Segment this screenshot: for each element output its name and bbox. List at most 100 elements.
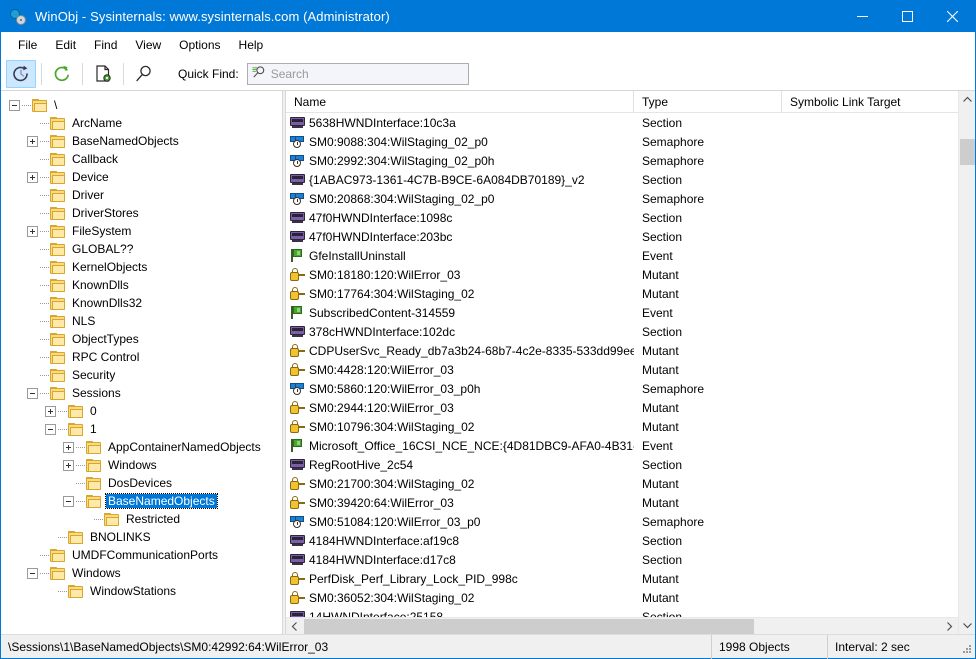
tree-node[interactable]: BaseNamedObjects: [1, 492, 282, 510]
tree-node[interactable]: KernelObjects: [1, 258, 282, 276]
column-header-name[interactable]: Name: [286, 91, 634, 113]
tree-node[interactable]: AppContainerNamedObjects: [1, 438, 282, 456]
table-row[interactable]: SM0:17764:304:WilStaging_02Mutant: [286, 284, 958, 303]
tree-connector: [40, 573, 49, 574]
menu-options[interactable]: Options: [170, 35, 229, 55]
tree-node[interactable]: ArcName: [1, 114, 282, 132]
expand-icon[interactable]: [27, 226, 38, 237]
tree-node[interactable]: WindowStations: [1, 582, 282, 600]
table-row[interactable]: GfeInstallUninstallEvent: [286, 246, 958, 265]
tree-node[interactable]: Windows: [1, 564, 282, 582]
vertical-scrollbar[interactable]: [958, 91, 975, 634]
close-button[interactable]: [930, 1, 975, 32]
maximize-button[interactable]: [885, 1, 930, 32]
search-input[interactable]: Search: [247, 63, 469, 85]
table-row[interactable]: SM0:5860:120:WilError_03_p0hSemaphore: [286, 379, 958, 398]
resize-grip[interactable]: [958, 640, 972, 654]
object-list-rows[interactable]: 5638HWNDInterface:10c3aSectionSM0:9088:3…: [286, 113, 958, 617]
menu-view[interactable]: View: [126, 35, 170, 55]
table-row[interactable]: {1ABAC973-1361-4C7B-B9CE-6A084DB70189}_v…: [286, 170, 958, 189]
table-row[interactable]: PerfDisk_Perf_Library_Lock_PID_998cMutan…: [286, 569, 958, 588]
menu-find[interactable]: Find: [85, 35, 126, 55]
table-row[interactable]: 5638HWNDInterface:10c3aSection: [286, 113, 958, 132]
table-row[interactable]: RegRootHive_2c54Section: [286, 455, 958, 474]
expand-icon[interactable]: [27, 136, 38, 147]
scroll-left-arrow[interactable]: [286, 618, 303, 635]
tree-node[interactable]: KnownDlls: [1, 276, 282, 294]
tree-node[interactable]: Callback: [1, 150, 282, 168]
folder-icon: [50, 549, 65, 562]
vertical-scroll-thumb[interactable]: [960, 139, 975, 165]
table-row[interactable]: 378cHWNDInterface:102dcSection: [286, 322, 958, 341]
refresh-icon[interactable]: [47, 60, 77, 88]
tree-node[interactable]: Windows: [1, 456, 282, 474]
object-type: Section: [634, 553, 782, 567]
table-row[interactable]: 47f0HWNDInterface:1098cSection: [286, 208, 958, 227]
tree-node[interactable]: Device: [1, 168, 282, 186]
column-header-symlink[interactable]: Symbolic Link Target: [782, 91, 958, 113]
tree-node[interactable]: NLS: [1, 312, 282, 330]
table-row[interactable]: SM0:18180:120:WilError_03Mutant: [286, 265, 958, 284]
collapse-icon[interactable]: [27, 388, 38, 399]
table-row[interactable]: SM0:20868:304:WilStaging_02_p0Semaphore: [286, 189, 958, 208]
tree-node[interactable]: BNOLINKS: [1, 528, 282, 546]
expand-icon[interactable]: [45, 406, 56, 417]
expand-icon[interactable]: [63, 460, 74, 471]
horizontal-scrollbar[interactable]: [286, 617, 958, 634]
tree-node[interactable]: BaseNamedObjects: [1, 132, 282, 150]
scroll-down-arrow[interactable]: [959, 617, 976, 634]
tree-node[interactable]: Restricted: [1, 510, 282, 528]
tree-connector: [40, 285, 49, 286]
tree-node[interactable]: KnownDlls32: [1, 294, 282, 312]
table-row[interactable]: CDPUserSvc_Ready_db7a3b24-68b7-4c2e-8335…: [286, 341, 958, 360]
table-row[interactable]: SM0:36052:304:WilStaging_02Mutant: [286, 588, 958, 607]
tree-node[interactable]: RPC Control: [1, 348, 282, 366]
table-row[interactable]: 4184HWNDInterface:af19c8Section: [286, 531, 958, 550]
table-row[interactable]: SM0:9088:304:WilStaging_02_p0Semaphore: [286, 132, 958, 151]
tree-node[interactable]: Security: [1, 366, 282, 384]
scroll-right-arrow[interactable]: [941, 618, 958, 635]
collapse-icon[interactable]: [63, 496, 74, 507]
table-row[interactable]: SM0:2944:120:WilError_03Mutant: [286, 398, 958, 417]
tree-node[interactable]: DosDevices: [1, 474, 282, 492]
tree-node[interactable]: GLOBAL??: [1, 240, 282, 258]
horizontal-scroll-thumb[interactable]: [304, 619, 754, 634]
column-header-type[interactable]: Type: [634, 91, 782, 113]
tree-node[interactable]: FileSystem: [1, 222, 282, 240]
table-row[interactable]: SM0:39420:64:WilError_03Mutant: [286, 493, 958, 512]
expand-icon[interactable]: [27, 172, 38, 183]
tree-node[interactable]: UMDFCommunicationPorts: [1, 546, 282, 564]
collapse-icon[interactable]: [45, 424, 56, 435]
tree-node[interactable]: Driver: [1, 186, 282, 204]
collapse-icon[interactable]: [27, 568, 38, 579]
search-placeholder: Search: [271, 67, 309, 81]
tree-node[interactable]: Sessions: [1, 384, 282, 402]
tree-node[interactable]: ObjectTypes: [1, 330, 282, 348]
table-row[interactable]: SubscribedContent-314559Event: [286, 303, 958, 322]
find-icon[interactable]: [129, 60, 159, 88]
table-row[interactable]: SM0:21700:304:WilStaging_02Mutant: [286, 474, 958, 493]
table-row[interactable]: Microsoft_Office_16CSI_NCE_NCE:{4D81DBC9…: [286, 436, 958, 455]
tree-node[interactable]: DriverStores: [1, 204, 282, 222]
collapse-icon[interactable]: [9, 100, 20, 111]
menu-file[interactable]: File: [9, 35, 46, 55]
menu-help[interactable]: Help: [230, 35, 273, 55]
table-row[interactable]: SM0:4428:120:WilError_03Mutant: [286, 360, 958, 379]
table-row[interactable]: 14HWNDInterface:25158Section: [286, 607, 958, 617]
table-row[interactable]: SM0:51084:120:WilError_03_p0Semaphore: [286, 512, 958, 531]
tree-node[interactable]: \: [1, 96, 282, 114]
menu-edit[interactable]: Edit: [46, 35, 85, 55]
table-row[interactable]: 47f0HWNDInterface:203bcSection: [286, 227, 958, 246]
expand-icon[interactable]: [63, 442, 74, 453]
auto-refresh-icon[interactable]: [6, 60, 36, 88]
tree-node[interactable]: 1: [1, 420, 282, 438]
object-tree[interactable]: \ArcNameBaseNamedObjectsCallbackDeviceDr…: [1, 91, 282, 634]
table-row[interactable]: SM0:10796:304:WilStaging_02Mutant: [286, 417, 958, 436]
minimize-button[interactable]: [840, 1, 885, 32]
tree-node[interactable]: 0: [1, 402, 282, 420]
table-row[interactable]: 4184HWNDInterface:d17c8Section: [286, 550, 958, 569]
object-type: Mutant: [634, 591, 782, 605]
scroll-up-arrow[interactable]: [959, 91, 976, 108]
properties-icon[interactable]: [88, 60, 118, 88]
table-row[interactable]: SM0:2992:304:WilStaging_02_p0hSemaphore: [286, 151, 958, 170]
